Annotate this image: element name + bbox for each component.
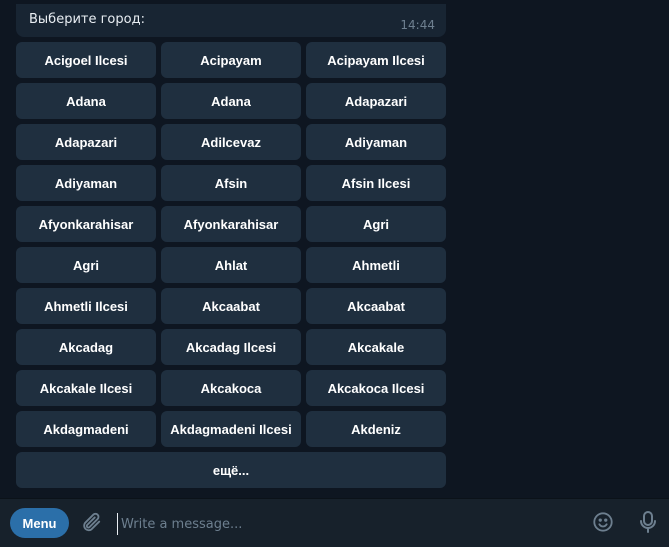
message-time: 14:44	[400, 18, 435, 32]
message-composer: Menu	[0, 498, 669, 547]
city-button[interactable]: Adiyaman	[306, 124, 446, 160]
message-input[interactable]	[117, 513, 563, 535]
city-button[interactable]: Afsin Ilcesi	[306, 165, 446, 201]
city-button[interactable]: Adilcevaz	[161, 124, 301, 160]
keyboard-row: Adapazari Adilcevaz Adiyaman	[16, 124, 446, 160]
microphone-icon[interactable]	[636, 509, 660, 535]
keyboard-row: Akdagmadeni Akdagmadeni Ilcesi Akdeniz	[16, 411, 446, 447]
emoji-icon[interactable]	[591, 510, 615, 534]
city-button[interactable]: Ahmetli Ilcesi	[16, 288, 156, 324]
city-button[interactable]: Agri	[306, 206, 446, 242]
keyboard-row: Akcadag Akcadag Ilcesi Akcakale	[16, 329, 446, 365]
keyboard-row: Afyonkarahisar Afyonkarahisar Agri	[16, 206, 446, 242]
chat-area: Выберите город: 14:44 Acigoel Ilcesi Aci…	[0, 0, 669, 498]
more-button[interactable]: ещё...	[16, 452, 446, 488]
city-button[interactable]: Akdagmadeni Ilcesi	[161, 411, 301, 447]
keyboard-row: ещё...	[16, 452, 446, 488]
city-button[interactable]: Agri	[16, 247, 156, 283]
city-button[interactable]: Adana	[16, 83, 156, 119]
keyboard-row: Agri Ahlat Ahmetli	[16, 247, 446, 283]
message-text: Выберите город:	[29, 12, 145, 27]
city-button[interactable]: Acigoel Ilcesi	[16, 42, 156, 78]
inline-keyboard: Acigoel Ilcesi Acipayam Acipayam Ilcesi …	[16, 42, 446, 493]
city-button[interactable]: Afsin	[161, 165, 301, 201]
city-button[interactable]: Akcakale	[306, 329, 446, 365]
city-button[interactable]: Akcakale Ilcesi	[16, 370, 156, 406]
city-button[interactable]: Afyonkarahisar	[16, 206, 156, 242]
city-button[interactable]: Akcakoca	[161, 370, 301, 406]
city-button[interactable]: Acipayam Ilcesi	[306, 42, 446, 78]
keyboard-row: Adiyaman Afsin Afsin Ilcesi	[16, 165, 446, 201]
city-button[interactable]: Afyonkarahisar	[161, 206, 301, 242]
city-button[interactable]: Acipayam	[161, 42, 301, 78]
keyboard-row: Ahmetli Ilcesi Akcaabat Akcaabat	[16, 288, 446, 324]
city-button[interactable]: Ahlat	[161, 247, 301, 283]
city-button[interactable]: Akcaabat	[161, 288, 301, 324]
city-button[interactable]: Akcadag Ilcesi	[161, 329, 301, 365]
city-button[interactable]: Adapazari	[306, 83, 446, 119]
menu-button[interactable]: Menu	[10, 508, 69, 538]
city-button[interactable]: Adiyaman	[16, 165, 156, 201]
city-button[interactable]: Akcaabat	[306, 288, 446, 324]
keyboard-row: Acigoel Ilcesi Acipayam Acipayam Ilcesi	[16, 42, 446, 78]
city-button[interactable]: Adapazari	[16, 124, 156, 160]
keyboard-row: Adana Adana Adapazari	[16, 83, 446, 119]
city-button[interactable]: Akcakoca Ilcesi	[306, 370, 446, 406]
bot-message: Выберите город: 14:44	[16, 4, 446, 37]
paperclip-icon[interactable]	[79, 510, 103, 534]
city-button[interactable]: Ahmetli	[306, 247, 446, 283]
city-button[interactable]: Akdagmadeni	[16, 411, 156, 447]
city-button[interactable]: Adana	[161, 83, 301, 119]
city-button[interactable]: Akdeniz	[306, 411, 446, 447]
keyboard-row: Akcakale Ilcesi Akcakoca Akcakoca Ilcesi	[16, 370, 446, 406]
city-button[interactable]: Akcadag	[16, 329, 156, 365]
